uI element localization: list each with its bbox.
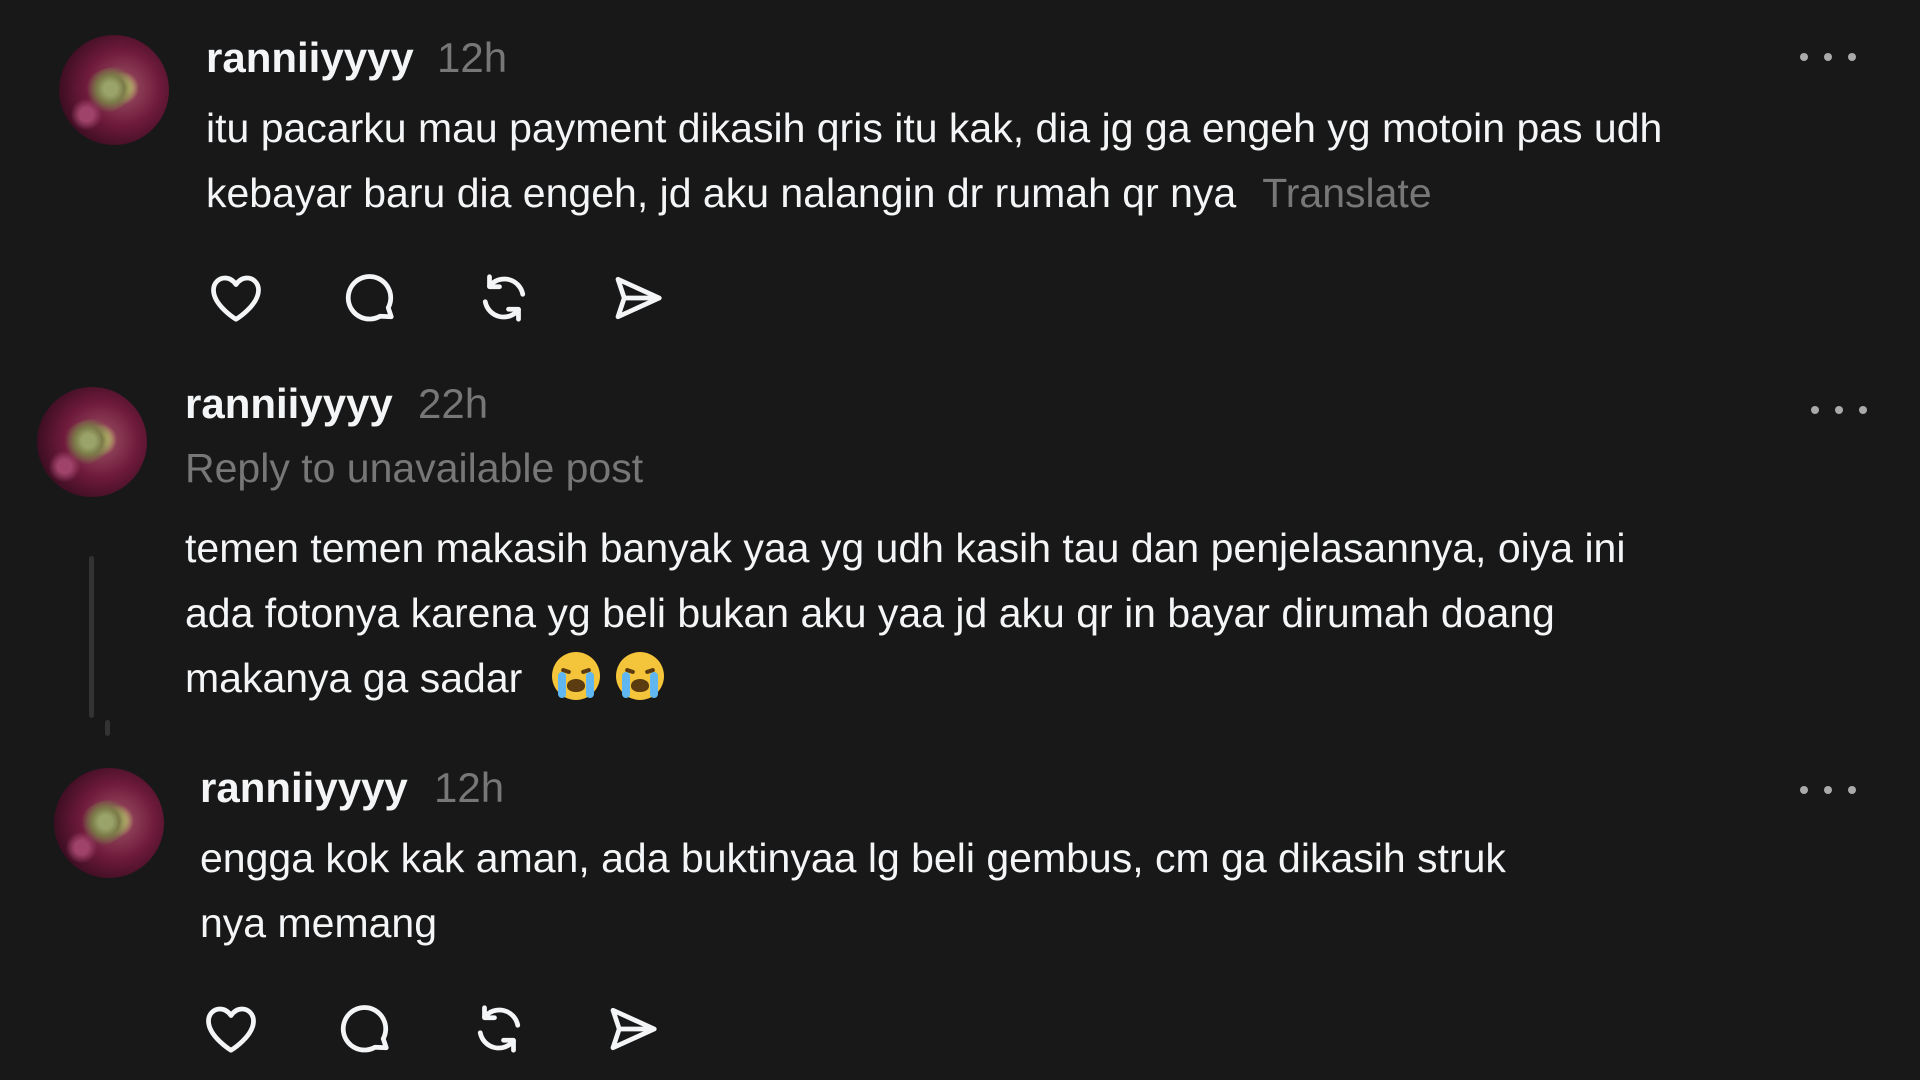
post-text-line: itu pacarku mau payment dikasih qris itu… [206,105,1663,151]
post-text-line-content: kebayar baru dia engeh, jd aku nalangin … [206,170,1237,216]
avatar[interactable] [37,387,147,497]
share-button[interactable] [601,997,665,1061]
repost-button[interactable] [472,266,536,330]
post-text-line: nya memang [200,900,438,946]
post-text: engga kok kak aman, ada buktinyaa lg bel… [200,826,1506,956]
heart-icon [211,275,261,322]
username[interactable]: ranniiyyyy [206,32,414,84]
post-text-line: ada fotonya karena yg beli bukan aku yaa… [185,590,1555,636]
post-text-line: temen temen makasih banyak yaa yg udh ka… [185,525,1626,571]
heart-icon [206,1006,256,1053]
post-text-line: makanya ga sadar [185,646,1625,711]
share-button[interactable] [606,266,670,330]
avatar[interactable] [54,768,164,878]
post-time: 22h [418,380,489,427]
post-text-line-content: makanya ga sadar [185,655,523,701]
repost-icon [477,1005,521,1053]
username[interactable]: ranniiyyyy [185,378,393,430]
comment-icon [340,1005,389,1053]
send-icon [610,1007,657,1051]
post-text: itu pacarku mau payment dikasih qris itu… [206,96,1662,226]
translate-link[interactable]: Translate [1262,170,1431,216]
action-bar [204,266,684,330]
more-horizontal-icon[interactable] [1800,49,1856,65]
action-bar [199,997,679,1061]
post-text: temen temen makasih banyak yaa yg udh ka… [185,516,1625,711]
repost-button[interactable] [467,997,531,1061]
post-text-line: engga kok kak aman, ada buktinyaa lg bel… [200,835,1506,881]
like-button[interactable] [199,997,263,1061]
post-time: 12h [434,764,505,811]
loudly-crying-face-emoji [615,652,664,700]
reply-button[interactable] [333,997,397,1061]
reply-button[interactable] [338,266,402,330]
post-1: ranniiyyyy 12h itu pacarku mau payment d… [0,0,1920,350]
comment-icon [345,274,394,322]
send-icon [615,276,662,320]
username[interactable]: ranniiyyyy [200,762,408,814]
reply-context[interactable]: Reply to unavailable post [185,442,643,494]
avatar[interactable] [59,35,169,145]
repost-icon [482,274,526,322]
more-horizontal-icon[interactable] [1811,402,1867,418]
thread-line-tail [105,720,110,736]
more-horizontal-icon[interactable] [1800,782,1856,798]
like-button[interactable] [204,266,268,330]
post-time: 12h [437,34,508,81]
post-3: ranniiyyyy 12h engga kok kak aman, ada b… [0,740,1920,1080]
post-2: ranniiyyyy 22h Reply to unavailable post… [0,350,1920,740]
post-text-line: kebayar baru dia engeh, jd aku nalangin … [206,161,1662,226]
loudly-crying-face-emoji [551,652,600,700]
thread-line [89,556,94,718]
